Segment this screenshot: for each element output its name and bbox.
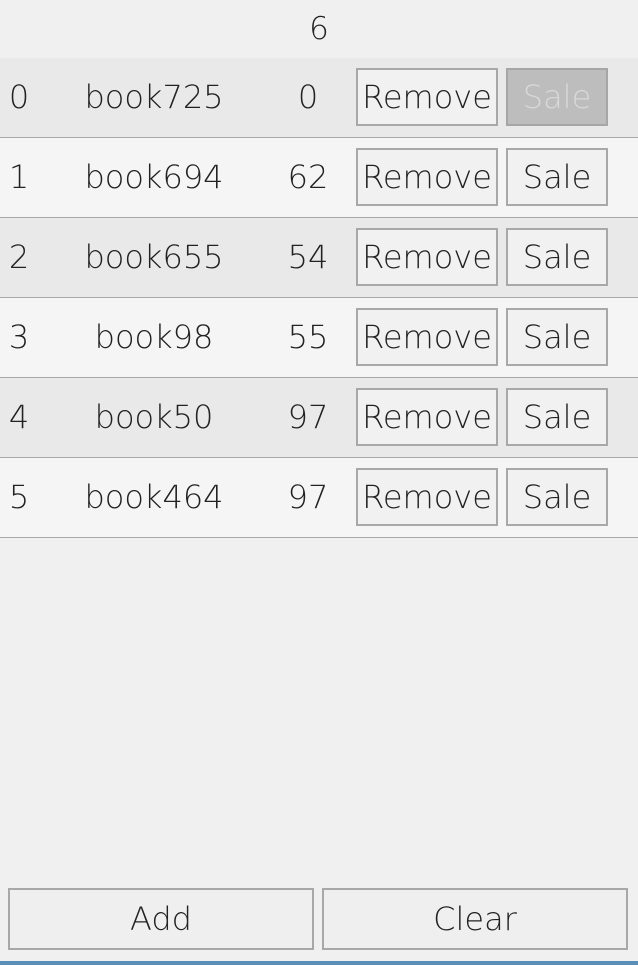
row-index: 4 — [8, 398, 30, 436]
book-quantity: 55 — [287, 318, 329, 356]
sale-button[interactable]: Sale — [506, 148, 608, 206]
remove-button[interactable]: Remove — [356, 388, 498, 446]
remove-button[interactable]: Remove — [356, 308, 498, 366]
list-item: 2 book655 54 Remove Sale — [0, 218, 638, 298]
book-list: 0 book725 0 Remove Sale 1 book694 62 Remove Sale 2… — [0, 58, 638, 538]
sale-button[interactable]: Sale — [506, 308, 608, 366]
book-name: book464 — [84, 478, 224, 516]
item-count: 6 — [309, 11, 329, 47]
book-quantity: 97 — [287, 398, 329, 436]
list-item: 3 book98 55 Remove Sale — [0, 298, 638, 378]
row-index: 1 — [8, 158, 30, 196]
remove-button[interactable]: Remove — [356, 148, 498, 206]
sale-button[interactable]: Sale — [506, 388, 608, 446]
sale-button[interactable]: Sale — [506, 468, 608, 526]
row-index: 2 — [8, 238, 30, 276]
book-quantity: 0 — [297, 78, 319, 116]
list-item: 5 book464 97 Remove Sale — [0, 458, 638, 538]
remove-button[interactable]: Remove — [356, 228, 498, 286]
row-index: 5 — [8, 478, 30, 516]
add-button[interactable]: Add — [8, 888, 314, 950]
book-name: book655 — [84, 238, 224, 276]
book-name: book50 — [94, 398, 214, 436]
book-name: book725 — [84, 78, 224, 116]
book-quantity: 62 — [287, 158, 329, 196]
row-index: 0 — [8, 78, 30, 116]
window-bottom-border — [0, 961, 638, 965]
remove-button[interactable]: Remove — [356, 468, 498, 526]
sale-button[interactable]: Sale — [506, 228, 608, 286]
book-name: book98 — [94, 318, 214, 356]
list-item: 1 book694 62 Remove Sale — [0, 138, 638, 218]
list-item: 0 book725 0 Remove Sale — [0, 58, 638, 138]
book-quantity: 97 — [287, 478, 329, 516]
clear-button[interactable]: Clear — [322, 888, 628, 950]
book-name: book694 — [84, 158, 224, 196]
book-quantity: 54 — [287, 238, 329, 276]
list-item: 4 book50 97 Remove Sale — [0, 378, 638, 458]
sale-button: Sale — [506, 68, 608, 126]
row-index: 3 — [8, 318, 30, 356]
remove-button[interactable]: Remove — [356, 68, 498, 126]
